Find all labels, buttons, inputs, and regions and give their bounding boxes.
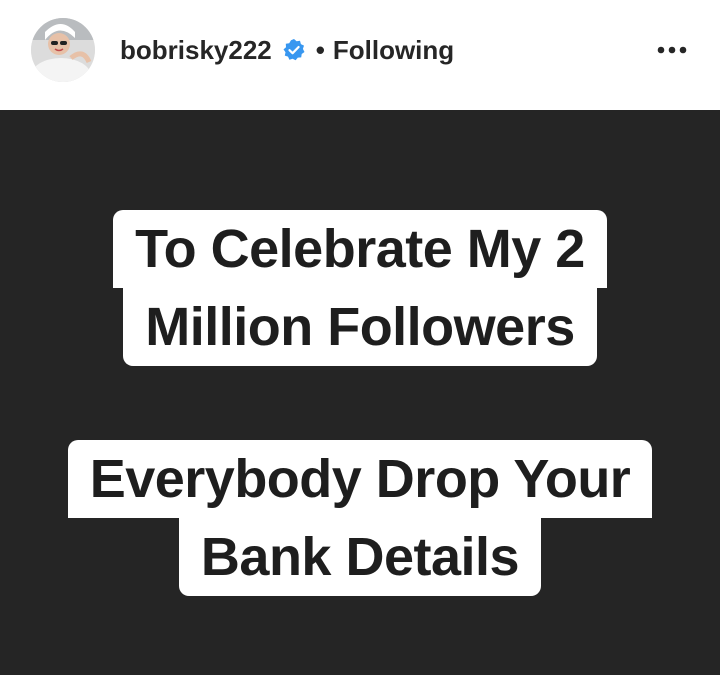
caption-line: Everybody Drop Your (67, 440, 653, 518)
caption-block-bank-details: Everybody Drop Your Bank Details (0, 440, 720, 596)
post-header: bobrisky222 • Following (0, 0, 720, 110)
avatar-image (31, 18, 95, 82)
caption-line: Million Followers (123, 288, 597, 366)
username-link[interactable]: bobrisky222 (120, 35, 272, 66)
profile-avatar[interactable] (31, 18, 95, 82)
story-image[interactable]: To Celebrate My 2 Million Followers Ever… (0, 110, 720, 675)
more-options-icon (657, 46, 687, 54)
caption-block-celebrate: To Celebrate My 2 Million Followers (0, 210, 720, 366)
caption-line: Bank Details (178, 518, 542, 596)
verified-badge-icon (282, 38, 306, 62)
caption-line: To Celebrate My 2 (113, 210, 607, 288)
more-options-button[interactable] (654, 34, 690, 66)
separator-dot: • (315, 34, 325, 65)
header-user-line: bobrisky222 • Following (120, 32, 454, 68)
following-button[interactable]: Following (333, 35, 454, 66)
